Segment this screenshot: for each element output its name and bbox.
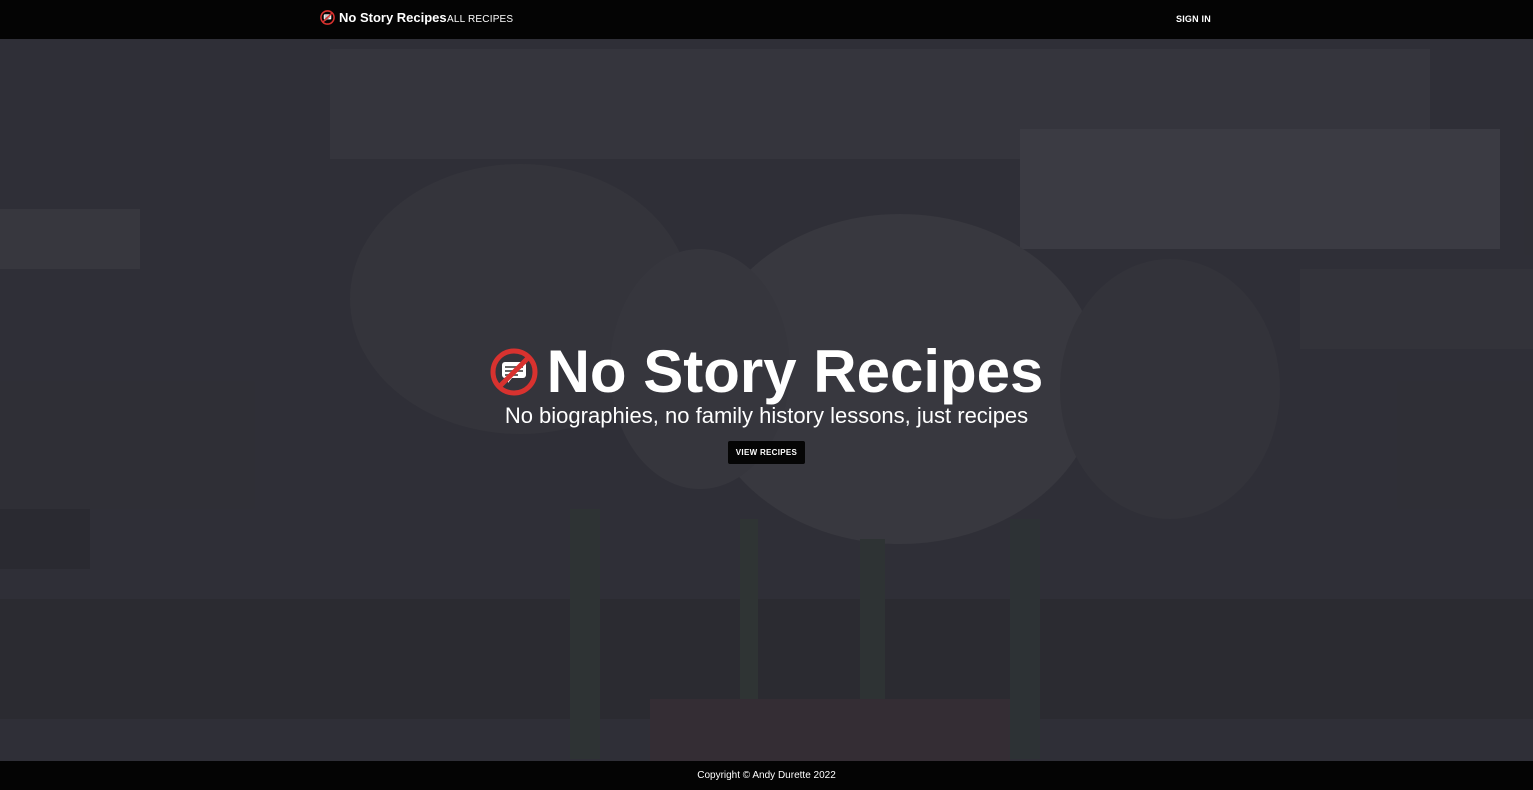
copyright-text: Copyright © Andy Durette 2022: [697, 770, 836, 781]
sign-in-link[interactable]: SIGN IN: [1176, 14, 1211, 24]
no-story-icon: [320, 10, 335, 25]
hero-section: No Story Recipes No biographies, no fami…: [0, 39, 1533, 761]
view-recipes-button[interactable]: VIEW RECIPES: [728, 441, 805, 464]
no-story-icon: [490, 348, 538, 396]
brand-name: No Story Recipes: [339, 10, 447, 25]
top-navbar: No Story Recipes ALL RECIPES SIGN IN: [0, 0, 1533, 39]
nav-all-recipes[interactable]: ALL RECIPES: [447, 14, 513, 25]
hero-title-text: No Story Recipes: [546, 338, 1044, 405]
brand-link[interactable]: No Story Recipes: [320, 10, 447, 25]
hero-title: No Story Recipes: [0, 337, 1533, 407]
hero-subtitle: No biographies, no family history lesson…: [504, 403, 1029, 428]
footer: Copyright © Andy Durette 2022: [0, 761, 1533, 790]
